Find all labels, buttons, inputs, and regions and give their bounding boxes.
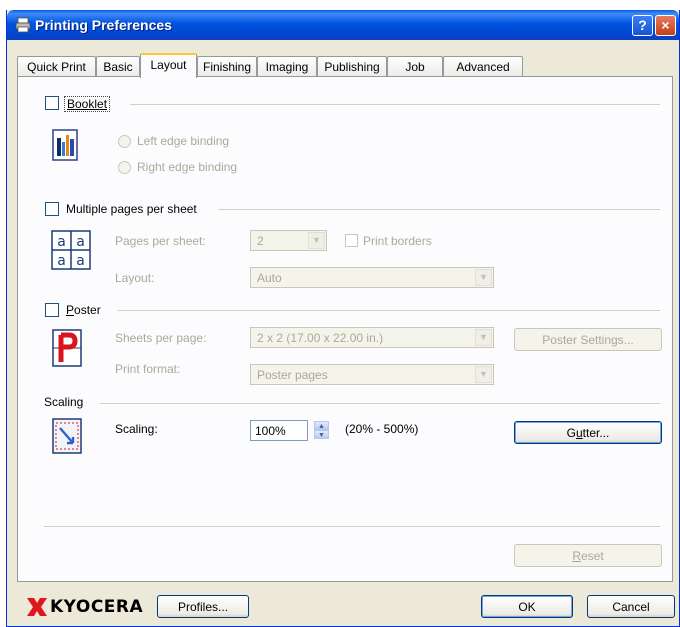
booklet-icon [52,129,78,161]
multiple-pages-divider [218,209,660,210]
booklet-label: Booklet [64,96,111,112]
svg-text:a: a [57,253,66,269]
print-format-dropdown[interactable]: Poster pages ▼ [250,364,494,385]
layout-label: Layout: [115,271,155,285]
kyocera-brand-text: KYOCERA [50,597,144,617]
ok-button[interactable]: OK [481,595,573,618]
sheets-per-page-label: Sheets per page: [115,331,207,345]
sheets-per-page-dropdown[interactable]: 2 x 2 (17.00 x 22.00 in.) ▼ [250,327,494,348]
print-borders-label: Print borders [363,234,432,248]
tab-basic[interactable]: Basic [96,56,140,77]
pages-per-sheet-label: Pages per sheet: [115,234,206,248]
multiple-pages-icon: a a a a [51,230,91,270]
tab-publishing[interactable]: Publishing [317,56,387,77]
scaling-stepper[interactable]: ▲ ▼ [314,421,329,440]
multiple-pages-label: Multiple pages per sheet [66,202,203,216]
spin-down-icon[interactable]: ▼ [314,430,329,439]
tab-imaging[interactable]: Imaging [257,56,317,77]
layout-dropdown[interactable]: Auto ▼ [250,267,494,288]
svg-text:a: a [76,253,85,269]
tab-advanced[interactable]: Advanced [443,56,523,77]
poster-settings-button[interactable]: Poster Settings... [514,328,662,351]
multiple-pages-checkbox[interactable] [45,202,59,216]
chevron-down-icon: ▼ [475,269,492,286]
scaling-divider [100,403,660,404]
tab-layout[interactable]: Layout [140,53,197,78]
pages-per-sheet-value: 2 [257,234,264,248]
kyocera-logo-icon [27,598,47,616]
print-format-label: Print format: [115,362,181,376]
layout-panel: Booklet Left edge binding Right edge bin… [17,76,673,582]
scaling-input[interactable]: 100% [250,420,308,441]
booklet-divider [130,104,660,105]
scaling-range: (20% - 500%) [345,422,419,436]
chevron-down-icon: ▼ [475,366,492,383]
poster-label: Poster [66,303,107,317]
printer-icon [15,17,31,33]
chevron-down-icon: ▼ [475,329,492,346]
help-button[interactable]: ? [632,15,653,36]
svg-text:a: a [76,234,85,250]
layout-value: Auto [257,271,282,285]
poster-checkbox[interactable] [45,303,59,317]
scaling-icon [52,418,82,454]
title-bar: Printing Preferences ? × [7,10,679,40]
scaling-label: Scaling: [115,422,158,436]
gutter-button[interactable]: Gutter... [514,421,662,444]
right-edge-binding-radio[interactable] [118,161,131,174]
sheets-per-page-value: 2 x 2 (17.00 x 22.00 in.) [257,331,384,345]
scaling-group-label: Scaling [44,395,90,409]
reset-button[interactable]: Reset [514,544,662,567]
left-edge-binding-radio[interactable] [118,135,131,148]
left-edge-binding-label: Left edge binding [137,134,230,148]
profiles-button[interactable]: Profiles... [157,595,249,618]
print-format-value: Poster pages [257,368,328,382]
printing-preferences-window: Printing Preferences ? × Quick Print Bas… [6,10,680,627]
window-title: Printing Preferences [35,17,172,33]
spin-up-icon[interactable]: ▲ [314,421,329,430]
bottom-divider [44,526,660,527]
tab-finishing[interactable]: Finishing [197,56,257,77]
poster-icon [52,329,82,367]
pages-per-sheet-dropdown[interactable]: 2 ▼ [250,230,327,251]
svg-text:a: a [57,234,66,250]
booklet-checkbox[interactable] [45,96,59,110]
poster-divider [118,310,660,311]
cancel-button[interactable]: Cancel [587,595,675,618]
tab-quick-print[interactable]: Quick Print [17,56,96,77]
print-borders-checkbox[interactable] [345,234,358,247]
right-edge-binding-label: Right edge binding [137,160,238,174]
tab-job[interactable]: Job [387,56,443,77]
close-button[interactable]: × [655,15,676,36]
chevron-down-icon: ▼ [308,232,325,249]
